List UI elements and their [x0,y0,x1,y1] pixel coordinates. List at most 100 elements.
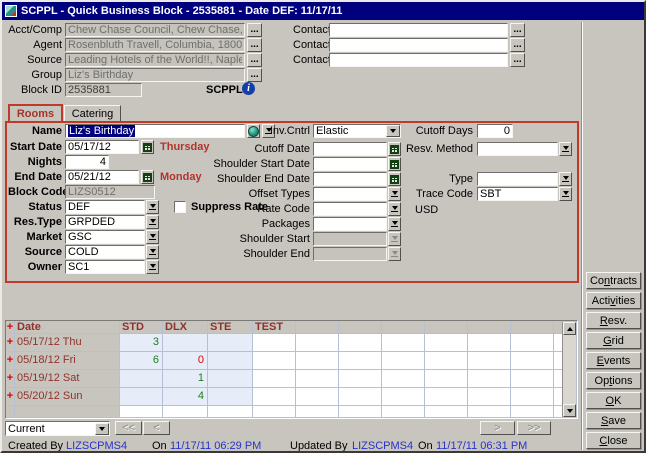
add-row-icon[interactable]: + [6,321,15,334]
resv-method-input[interactable] [477,142,558,156]
grid-cell-dlx[interactable] [163,334,208,352]
group-field[interactable] [65,68,245,82]
status-list-button[interactable] [146,200,159,214]
grid-view-combobox[interactable]: Current [5,421,110,436]
grid-cell-ste[interactable] [208,388,253,406]
grid-cell-test[interactable] [253,334,296,352]
row-expander-icon[interactable]: + [6,370,15,388]
offset-types-input[interactable] [313,187,387,201]
events-button[interactable]: Events [586,352,641,369]
resv-method-list-button[interactable] [559,142,572,156]
app-icon [5,5,17,17]
start-date-calendar-button[interactable] [141,140,154,154]
cutoff-date-input[interactable] [313,142,387,156]
rate-code-input[interactable] [313,202,387,216]
grid-cell-std[interactable]: 3 [120,334,163,352]
contact3-field[interactable] [329,53,508,67]
dropdown-list-icon [562,146,569,152]
owner-list-button[interactable] [146,260,159,274]
scroll-up-button[interactable] [563,322,576,335]
end-date-calendar-button[interactable] [141,170,154,184]
trace-code-list-button[interactable] [559,187,572,201]
created-on-value: 11/17/11 06:29 PM [170,439,261,453]
grid-cell-std[interactable]: 6 [120,352,163,370]
source-code-input[interactable] [65,245,145,259]
close-button[interactable]: Close [586,432,641,449]
contact3-lookup-button[interactable]: ... [510,53,525,67]
row-expander-icon[interactable]: + [6,388,15,406]
type-input[interactable] [477,172,558,186]
grid-cell-test[interactable] [253,352,296,370]
chevron-down-icon[interactable] [95,423,109,435]
type-list-button[interactable] [559,172,572,186]
tab-catering[interactable]: Catering [64,105,121,121]
dropdown-list-icon [391,251,398,257]
acct-comp-field[interactable] [65,23,245,37]
contact1-field[interactable] [329,23,508,37]
trace-code-input[interactable] [477,187,558,201]
row-expander-icon[interactable]: + [6,352,15,370]
resv-button[interactable]: Resv. [586,312,641,329]
grid-cell-ste[interactable] [208,352,253,370]
acct-comp-lookup-button[interactable]: ... [247,23,262,37]
contact1-lookup-button[interactable]: ... [510,23,525,37]
nights-input[interactable] [65,155,109,169]
rate-code-list-button[interactable] [388,202,401,216]
contracts-button[interactable]: Contracts [586,272,641,289]
grid-button[interactable]: Grid [586,332,641,349]
source-list-button[interactable] [146,245,159,259]
grid-cell-ste[interactable] [208,334,253,352]
packages-list-button[interactable] [388,217,401,231]
activities-button[interactable]: Activities [586,292,641,309]
res-type-input[interactable] [65,215,145,229]
res-type-list-button[interactable] [146,215,159,229]
end-date-input[interactable] [65,170,139,184]
tab-rooms[interactable]: Rooms [8,104,63,121]
agent-field[interactable] [65,38,245,52]
source-account-field[interactable] [65,53,245,67]
shoulder-end-date-input[interactable] [313,172,387,186]
row-expander-icon[interactable]: + [6,334,15,352]
calendar-icon [143,173,152,182]
shoulder-start-input[interactable] [313,232,387,246]
created-on-label: On [152,439,167,453]
grid-cell-std[interactable] [120,370,163,388]
info-icon[interactable] [242,82,255,95]
block-code-input[interactable] [65,185,155,199]
grid-cell-test[interactable] [253,388,296,406]
column-header-std: STD [120,321,163,334]
agent-lookup-button[interactable]: ... [247,38,262,52]
inv-cntrl-label: Inv.Cntrl [207,124,310,138]
grid-cell-dlx[interactable]: 4 [163,388,208,406]
rate-code-label: Rate Code [207,202,310,216]
grid-vertical-scrollbar[interactable] [562,322,576,417]
cutoff-days-input[interactable] [477,124,513,138]
packages-input[interactable] [313,217,387,231]
block-id-field[interactable] [65,83,142,97]
suppress-rate-checkbox[interactable] [174,201,186,213]
contact2-lookup-button[interactable]: ... [510,38,525,52]
scroll-down-button[interactable] [563,404,576,417]
market-list-button[interactable] [146,230,159,244]
grid-cell-std[interactable] [120,388,163,406]
grid-cell-dlx[interactable]: 0 [163,352,208,370]
group-lookup-button[interactable]: ... [247,68,262,82]
options-button[interactable]: Options [586,372,641,389]
column-header-date: Date [15,321,120,334]
source-account-lookup-button[interactable]: ... [247,53,262,67]
shoulder-end-input[interactable] [313,247,387,261]
offset-types-label: Offset Types [207,187,310,201]
shoulder-start-date-input[interactable] [313,157,387,171]
start-date-input[interactable] [65,140,139,154]
ok-button[interactable]: OK [586,392,641,409]
save-button[interactable]: Save [586,412,641,429]
grid-cell-dlx[interactable]: 1 [163,370,208,388]
owner-input[interactable] [65,260,145,274]
grid-cell-ste[interactable] [208,370,253,388]
shoulder-start-date-calendar-button[interactable] [388,157,401,171]
grid-cell-test[interactable] [253,370,296,388]
type-label: Type [382,172,473,186]
contact2-field[interactable] [329,38,508,52]
market-input[interactable] [65,230,145,244]
status-input[interactable] [65,200,145,214]
